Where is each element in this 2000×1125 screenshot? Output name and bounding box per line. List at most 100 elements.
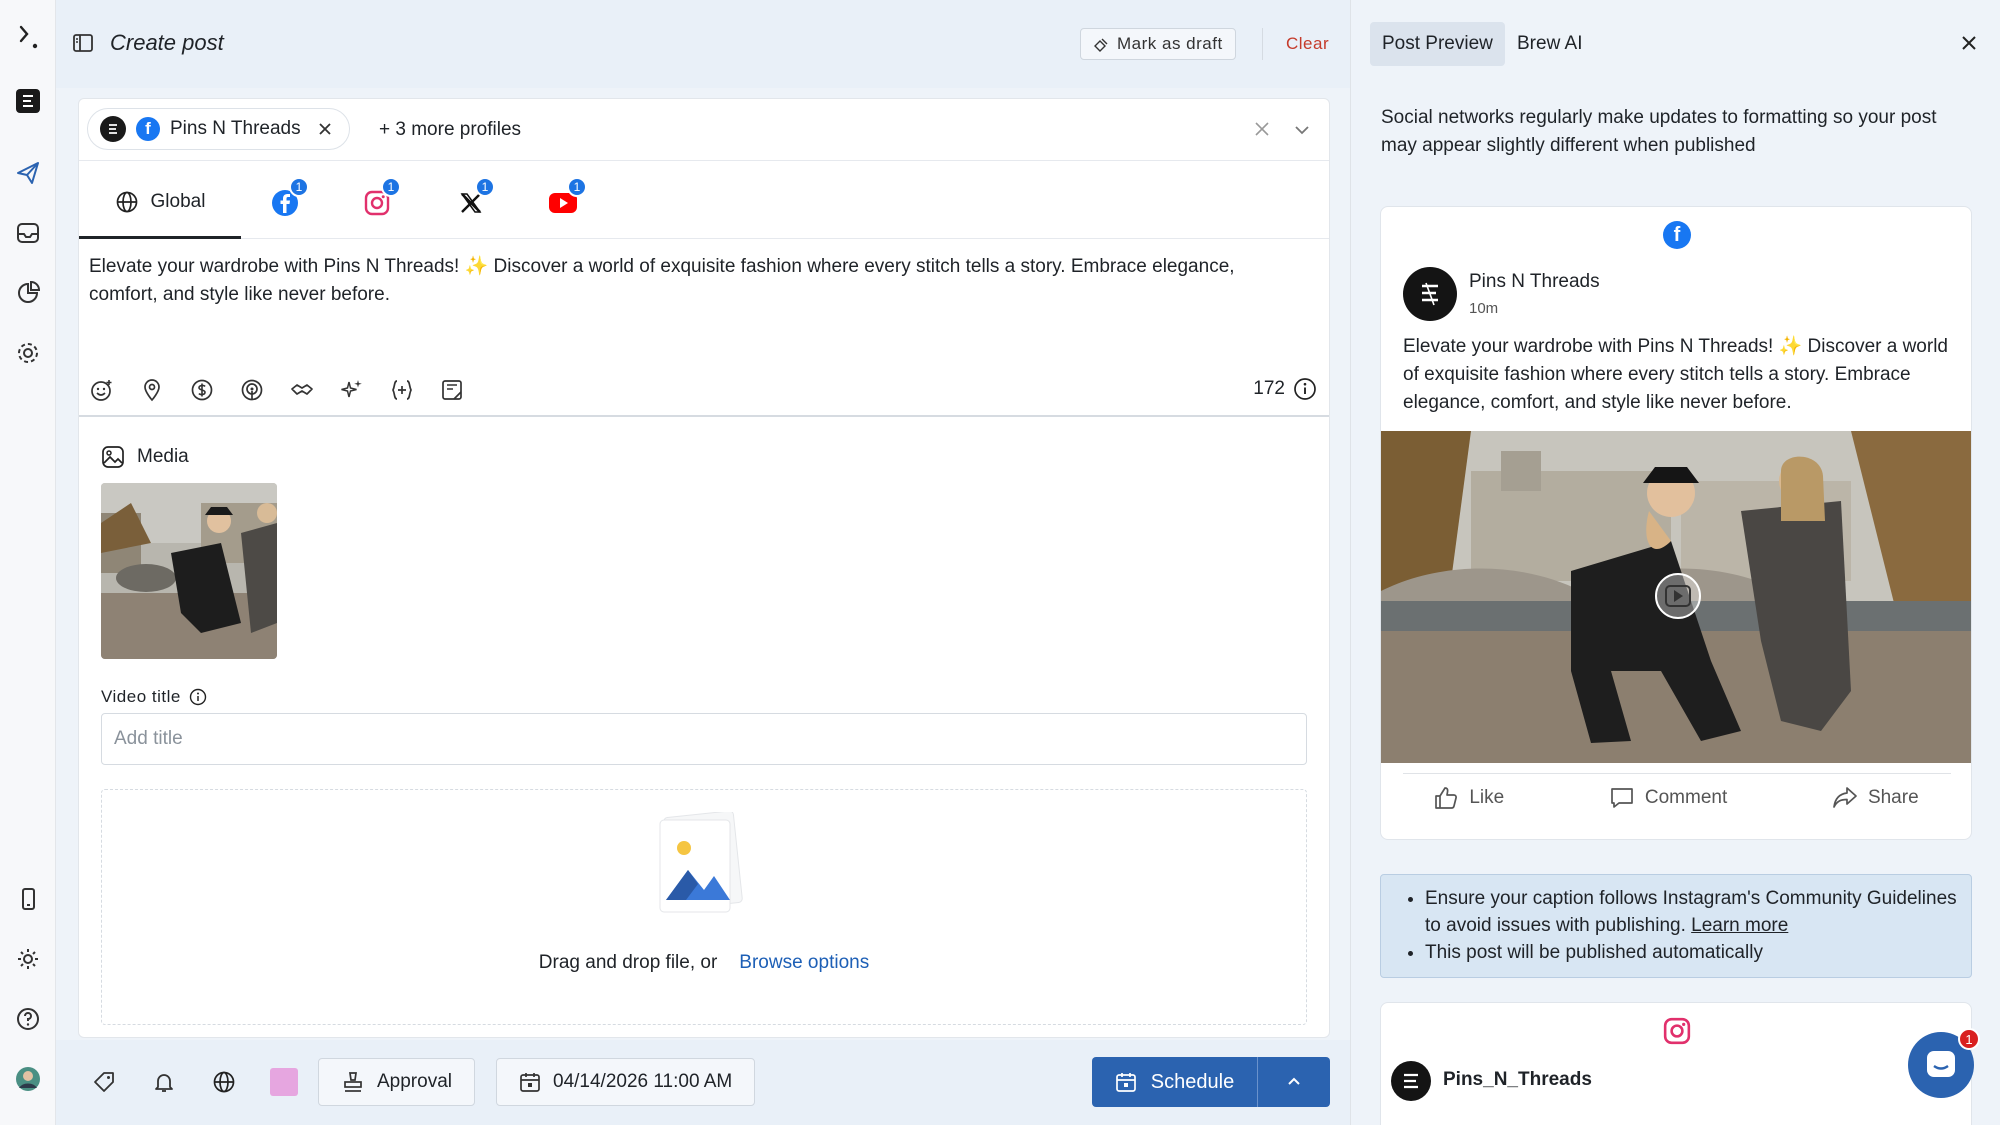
media-dropzone[interactable]: Drag and drop file, or Browse options (101, 789, 1307, 1025)
publish-icon[interactable] (13, 158, 43, 188)
settings-icon[interactable] (13, 338, 43, 368)
comment-icon (1611, 788, 1633, 808)
profile-selector[interactable]: f Pins N Threads + 3 more profiles (79, 99, 1329, 161)
tab-post-preview[interactable]: Post Preview (1370, 22, 1505, 66)
help-icon[interactable] (13, 1004, 43, 1034)
video-title-label: Video title (101, 687, 207, 707)
panel-toggle-icon[interactable] (72, 32, 94, 54)
schedule-datetime-picker[interactable]: 04/14/2026 11:00 AM (496, 1058, 756, 1106)
char-counter: 172 (1253, 377, 1317, 401)
formatting-note: Social networks regularly make updates t… (1381, 107, 1937, 156)
editor-toolbar (89, 377, 465, 403)
remove-profile-icon[interactable] (317, 121, 333, 137)
facebook-badge: 1 (289, 177, 309, 197)
brand-icon[interactable] (13, 86, 43, 116)
fb-share-label: Share (1867, 787, 1919, 808)
fb-actions: Like Comment Share (1381, 785, 1971, 811)
facebook-preview-card: f Pins N Threads 10m Elevate your wardro… (1380, 206, 1972, 840)
user-avatar[interactable] (13, 1064, 43, 1094)
tab-brew-ai[interactable]: Brew AI (1517, 33, 1582, 55)
sparkle-emoji: ✨ (464, 256, 489, 277)
video-title-text: Video title (101, 687, 181, 706)
avatar (1403, 267, 1457, 321)
fb-text-part1: Elevate your wardrobe with Pins N Thread… (1403, 336, 1779, 357)
schedule-button[interactable]: Schedule (1092, 1057, 1258, 1107)
video-title-input[interactable] (101, 713, 1307, 765)
close-icon[interactable] (1958, 32, 1980, 54)
ai-sparkle-icon[interactable] (339, 377, 365, 403)
tag-icon[interactable] (90, 1068, 118, 1096)
globe-icon (116, 191, 137, 212)
tab-youtube[interactable]: 1 (543, 177, 587, 223)
instagram-preview-card: Pins_N_Threads (1380, 1002, 1972, 1125)
clear-profiles-icon[interactable] (1251, 118, 1273, 140)
profile-avatar (100, 116, 126, 142)
fb-post-image (1381, 431, 1971, 763)
notification-bell-icon[interactable] (150, 1068, 178, 1096)
draft-icon (1094, 38, 1108, 52)
approval-button[interactable]: Approval (318, 1058, 475, 1106)
post-text-part1: Elevate your wardrobe with Pins N Thread… (89, 256, 465, 277)
tab-x[interactable]: 1 (451, 177, 495, 223)
composer-footer: Approval 04/14/2026 11:00 AM Schedule (56, 1040, 1350, 1125)
podcast-icon[interactable] (239, 377, 265, 403)
scheduled-datetime: 04/14/2026 11:00 AM (553, 1071, 733, 1092)
calendar-icon (520, 1073, 540, 1092)
globe-icon[interactable] (210, 1068, 238, 1096)
browse-options-link[interactable]: Browse options (739, 952, 869, 973)
info-icon[interactable] (1293, 377, 1317, 401)
fb-comment-label: Comment (1644, 787, 1728, 808)
tab-global[interactable]: Global (79, 167, 241, 239)
share-icon (1833, 787, 1857, 808)
media-section-label: Media (101, 445, 189, 469)
chevron-down-icon[interactable] (1291, 119, 1313, 141)
tab-instagram[interactable]: 1 (357, 177, 401, 223)
media-thumbnail[interactable] (101, 483, 277, 659)
schedule-options-toggle[interactable] (1258, 1057, 1330, 1107)
app-logo-icon[interactable] (13, 22, 43, 52)
youtube-badge: 1 (567, 177, 587, 197)
label-color-swatch[interactable] (270, 1068, 298, 1096)
guideline-item: Ensure your caption follows Instagram's … (1425, 885, 1971, 939)
monetize-icon[interactable] (189, 377, 215, 403)
network-tabs: Global 1 1 1 1 (79, 167, 1329, 239)
facebook-icon: f (136, 117, 160, 141)
ig-profile-name: Pins_N_Threads (1443, 1069, 1592, 1090)
inbox-icon[interactable] (13, 218, 43, 248)
variables-icon[interactable] (389, 377, 415, 403)
composer-header: Create post Mark as draft Clear (56, 0, 1350, 88)
guideline-item: This post will be published automaticall… (1425, 939, 1971, 966)
post-editor[interactable]: Elevate your wardrobe with Pins N Thread… (79, 239, 1329, 417)
fb-profile-name: Pins N Threads (1469, 271, 1600, 292)
learn-more-link[interactable]: Learn more (1691, 915, 1788, 936)
info-icon[interactable] (189, 688, 207, 706)
fb-post-time: 10m (1469, 300, 1499, 317)
calendar-icon (1115, 1073, 1136, 1092)
instagram-icon (1663, 1017, 1691, 1045)
mobile-icon[interactable] (13, 884, 43, 914)
clear-button[interactable]: Clear (1286, 34, 1329, 54)
location-icon[interactable] (139, 377, 165, 403)
handshake-icon[interactable] (289, 377, 315, 403)
theme-icon[interactable] (13, 944, 43, 974)
chat-badge: 1 (1958, 1028, 1980, 1050)
mark-as-draft-button[interactable]: Mark as draft (1080, 28, 1236, 60)
fb-like-button[interactable]: Like (1433, 785, 1504, 811)
composer-body: f Pins N Threads + 3 more profiles Globa… (78, 98, 1330, 1038)
analytics-icon[interactable] (13, 278, 43, 308)
profile-chip[interactable]: f Pins N Threads (87, 108, 350, 150)
fb-share-button[interactable]: Share (1832, 785, 1919, 811)
composer-panel: Create post Mark as draft Clear f Pins N… (56, 0, 1351, 1125)
thumbs-up-icon (1435, 787, 1458, 809)
more-profiles-link[interactable]: + 3 more profiles (379, 119, 521, 141)
fb-like-label: Like (1469, 787, 1505, 808)
media-library-icon[interactable] (439, 377, 465, 403)
facebook-icon: f (1663, 221, 1691, 249)
fb-comment-button[interactable]: Comment (1609, 785, 1727, 811)
page-title: Create post (110, 30, 224, 55)
support-chat-button[interactable]: 1 (1908, 1028, 1980, 1098)
drop-instructions: Drag and drop file, or (538, 952, 718, 973)
emoji-icon[interactable] (89, 377, 115, 403)
post-text[interactable]: Elevate your wardrobe with Pins N Thread… (89, 253, 1289, 309)
tab-facebook[interactable]: 1 (265, 177, 309, 223)
